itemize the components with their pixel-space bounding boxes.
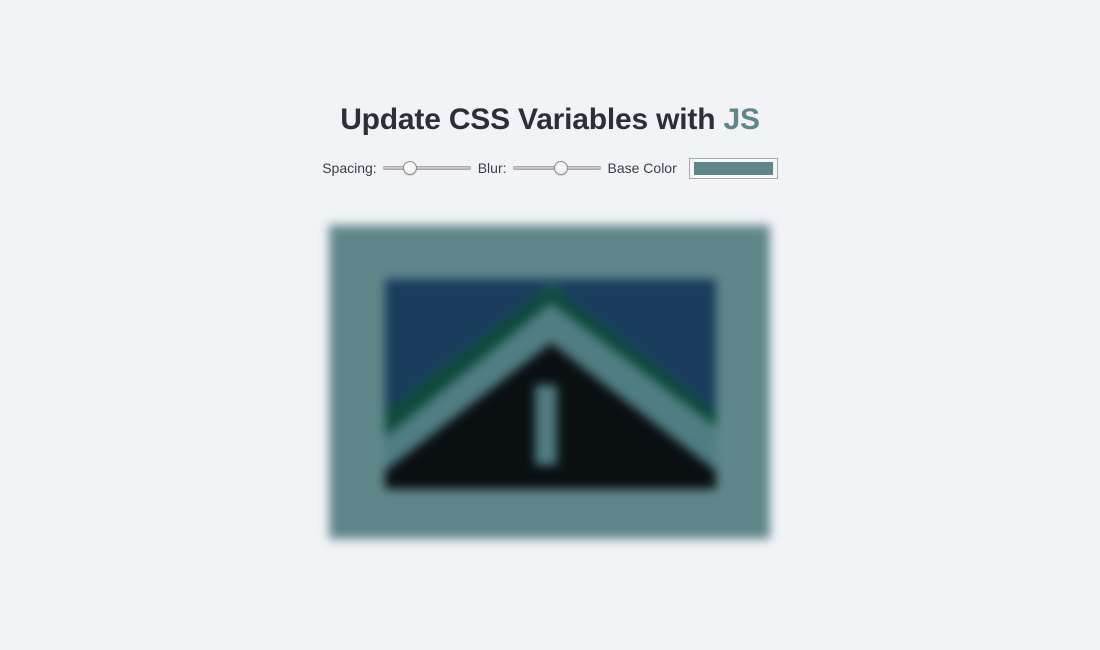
page-title: Update CSS Variables with JS [0, 103, 1100, 137]
spacing-slider-track [382, 166, 471, 170]
photo-opening [535, 385, 557, 465]
photo-image [329, 225, 770, 539]
base-color-swatch [693, 161, 773, 175]
blurred-photo [329, 225, 770, 539]
blur-slider[interactable] [512, 159, 601, 177]
blur-label: Blur: [477, 160, 507, 176]
spacing-slider-thumb[interactable] [402, 161, 417, 175]
page-title-highlight: JS [723, 103, 760, 136]
base-color-label: Base Color [607, 160, 677, 176]
blur-slider-thumb[interactable] [554, 161, 569, 175]
spacing-label: Spacing: [322, 160, 377, 176]
base-color-picker[interactable] [688, 157, 778, 179]
page-title-text: Update CSS Variables with [340, 103, 724, 136]
controls-bar: Spacing: Blur: Base Color [0, 156, 1100, 180]
spacing-slider[interactable] [382, 159, 471, 177]
